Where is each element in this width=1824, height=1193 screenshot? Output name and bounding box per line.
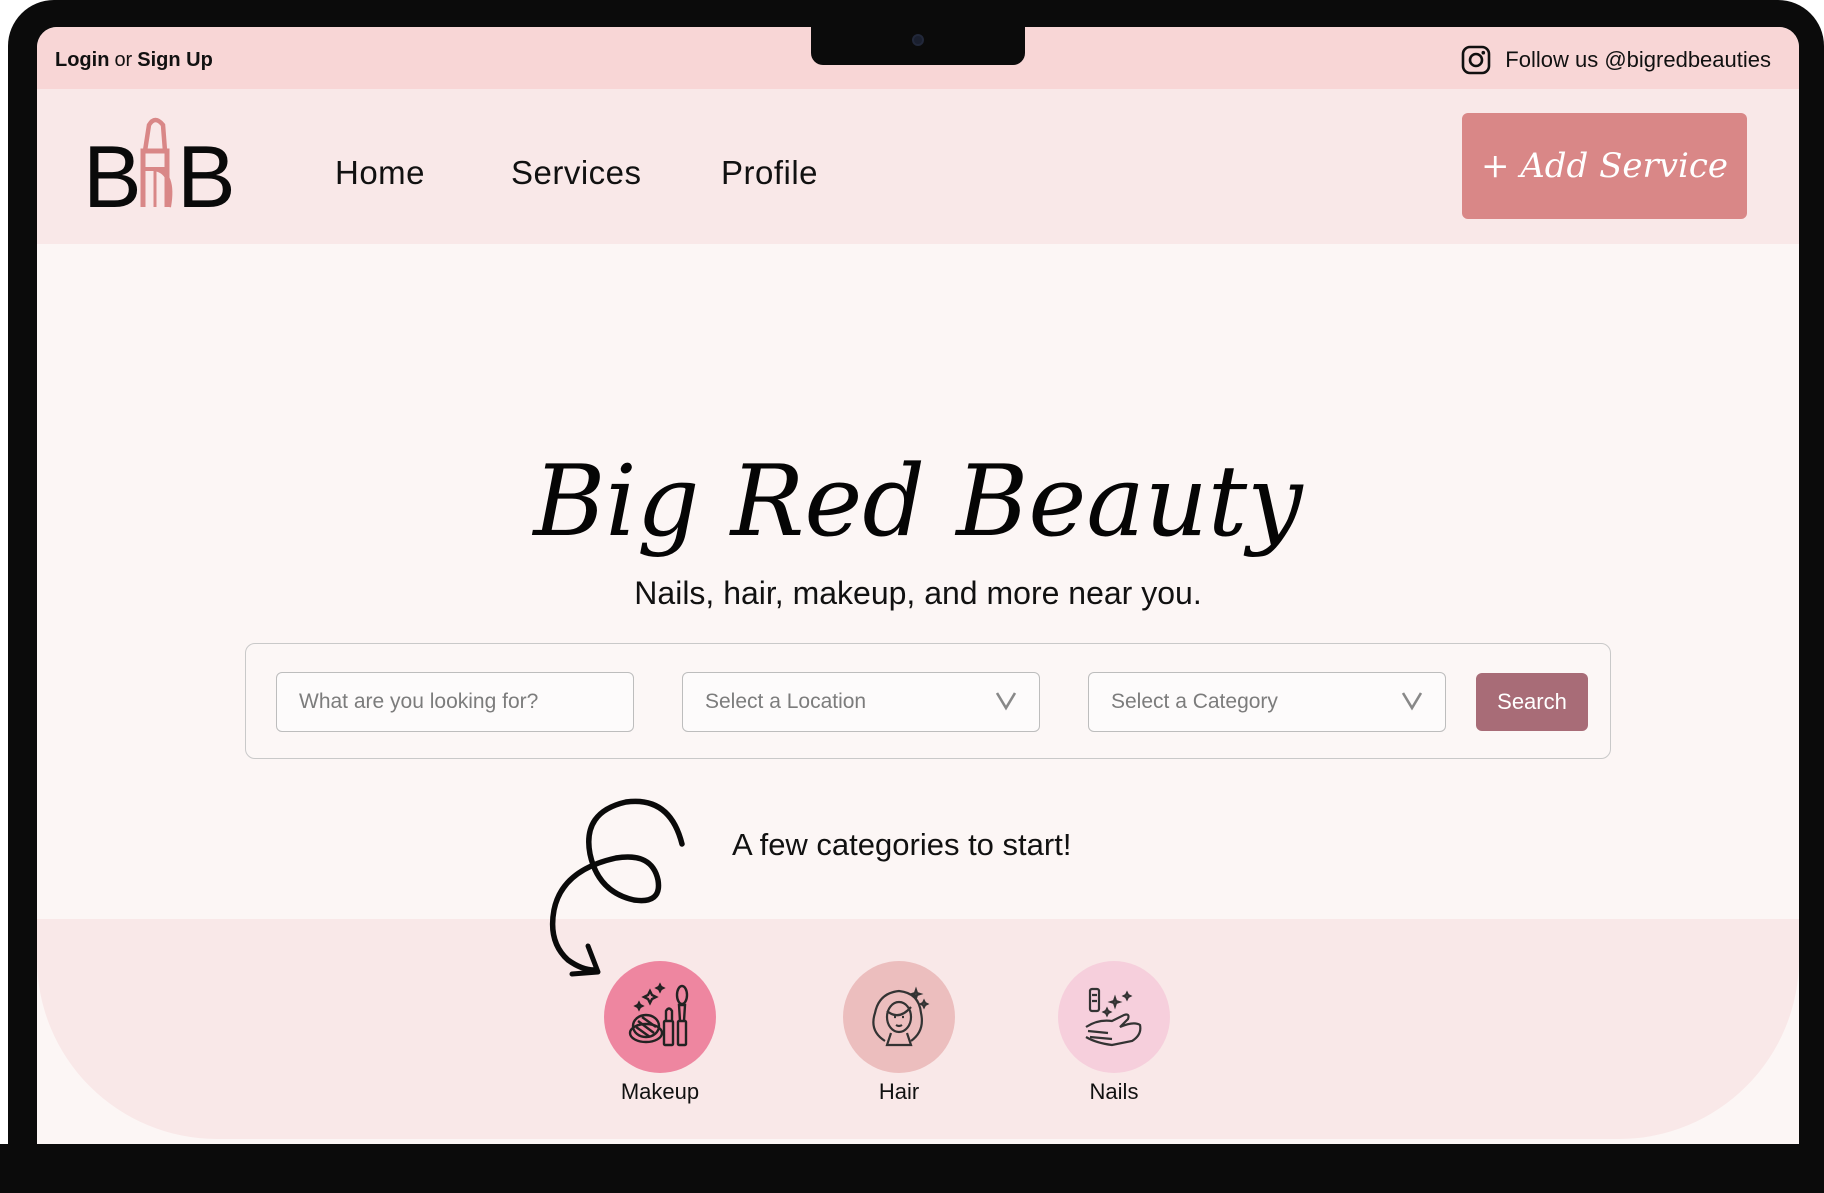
brb-logo[interactable]: B B <box>83 107 233 217</box>
category-hair-circle <box>843 961 955 1073</box>
curly-arrow-icon <box>549 798 685 977</box>
laptop-bottom-bezel <box>0 1144 1824 1193</box>
category-makeup[interactable]: Makeup <box>600 961 720 1105</box>
nav-home[interactable]: Home <box>335 154 425 192</box>
camera-icon <box>912 34 924 46</box>
browser-screen: Login or Sign Up Follow us @bigredbeauties… <box>37 27 1799 1171</box>
chevron-down-icon <box>995 692 1017 711</box>
hero-subtitle: Nails, hair, makeup, and more near you. <box>634 575 1202 611</box>
main-nav: B B Home Services Profile + Add Service <box>37 89 1799 244</box>
category-nails-label: Nails <box>1089 1079 1139 1104</box>
categories-heading: A few categories to start! <box>732 827 1072 862</box>
hero-title: Big Red Beauty <box>533 445 1303 559</box>
camera-notch <box>811 27 1025 65</box>
follow-text: Follow us @bigredbeauties <box>1505 47 1771 72</box>
nails-icon <box>1085 987 1142 1047</box>
login-link[interactable]: Login <box>55 49 109 71</box>
category-makeup-label: Makeup <box>620 1079 700 1104</box>
search-button[interactable]: Search <box>1476 673 1588 731</box>
category-select-label: Select a Category <box>1111 690 1278 713</box>
auth-links: Login or Sign Up <box>55 49 213 72</box>
category-hair[interactable]: Hair <box>839 961 959 1105</box>
instagram-icon <box>1461 45 1491 75</box>
signup-link[interactable]: Sign Up <box>137 49 213 71</box>
category-nails[interactable]: Nails <box>1054 961 1174 1105</box>
makeup-icon <box>628 982 689 1047</box>
search-input[interactable]: What are you looking for? <box>276 672 634 732</box>
location-select[interactable]: Select a Location <box>682 672 1040 732</box>
svg-text:B: B <box>83 127 142 217</box>
category-hair-label: Hair <box>878 1079 920 1104</box>
instagram-follow[interactable]: Follow us @bigredbeauties <box>1461 45 1771 75</box>
search-panel: What are you looking for? Select a Locat… <box>245 643 1611 759</box>
svg-text:B: B <box>177 127 233 217</box>
add-service-button[interactable]: + Add Service <box>1462 113 1747 219</box>
location-select-label: Select a Location <box>705 690 867 713</box>
category-makeup-circle <box>604 961 716 1073</box>
category-nails-circle <box>1058 961 1170 1073</box>
hair-icon <box>872 986 930 1047</box>
nav-profile[interactable]: Profile <box>721 154 818 192</box>
nav-services[interactable]: Services <box>511 154 642 192</box>
auth-separator: or <box>114 49 133 71</box>
chevron-down-icon <box>1401 692 1423 711</box>
category-select[interactable]: Select a Category <box>1088 672 1446 732</box>
